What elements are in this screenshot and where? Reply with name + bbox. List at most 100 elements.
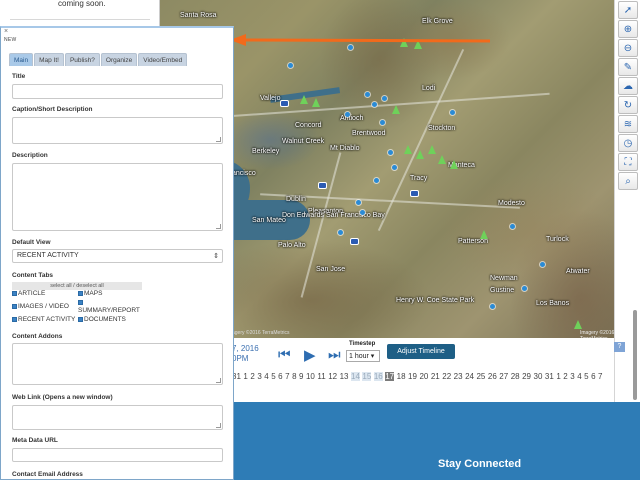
map-pin[interactable] <box>450 110 455 115</box>
timeline-day[interactable]: 6 <box>278 372 282 381</box>
scrollbar[interactable] <box>633 310 637 400</box>
map-pin[interactable] <box>365 92 370 97</box>
timeline-day[interactable]: 22 <box>442 372 451 381</box>
timeline-day[interactable]: 7 <box>285 372 289 381</box>
clock-icon[interactable]: ◷ <box>618 134 638 152</box>
timeline-day[interactable]: 3 <box>257 372 261 381</box>
timeline-day[interactable]: 2 <box>563 372 567 381</box>
checkbox-box[interactable] <box>78 317 83 322</box>
checkbox-box[interactable] <box>12 304 17 309</box>
timeline-day[interactable]: 25 <box>476 372 485 381</box>
green-marker-icon[interactable] <box>438 155 446 164</box>
map-pin[interactable] <box>356 200 361 205</box>
map-pin[interactable] <box>338 230 343 235</box>
timeline-day[interactable]: 12 <box>328 372 337 381</box>
timeline-day[interactable]: 13 <box>340 372 349 381</box>
timeline-day[interactable]: 2 <box>250 372 254 381</box>
timeline-day[interactable]: 17 <box>385 372 395 381</box>
timeline-day[interactable]: 20 <box>419 372 428 381</box>
close-icon[interactable]: × <box>4 28 8 35</box>
map-pin[interactable] <box>392 165 397 170</box>
map-pin[interactable] <box>380 120 385 125</box>
tab-map-it[interactable]: Map It! <box>34 53 64 66</box>
checkbox-recent-activity[interactable]: RECENT ACTIVITY <box>12 316 75 323</box>
checkbox-article[interactable]: ARTICLE <box>12 290 45 297</box>
green-marker-icon[interactable] <box>416 150 424 159</box>
timeline-day[interactable]: 4 <box>264 372 268 381</box>
description-textarea[interactable] <box>12 163 223 231</box>
resize-grip[interactable] <box>216 423 221 428</box>
timeline-day[interactable]: 7 <box>598 372 602 381</box>
checkbox-maps[interactable]: MAPS <box>78 290 102 297</box>
timeline-day[interactable]: 29 <box>522 372 531 381</box>
timeline-day[interactable]: 15 <box>362 372 372 381</box>
content-addons-textarea[interactable] <box>12 343 223 385</box>
green-marker-icon[interactable] <box>480 230 488 239</box>
checkbox-box[interactable] <box>78 300 83 305</box>
timeline-day[interactable]: 8 <box>292 372 296 381</box>
refresh-icon[interactable]: ↻ <box>618 96 638 114</box>
play-icon[interactable]: ▶ <box>304 346 316 364</box>
green-marker-icon[interactable] <box>404 145 412 154</box>
timeline-day[interactable]: 31 <box>545 372 554 381</box>
checkbox-box[interactable] <box>12 317 17 322</box>
timestep-select[interactable]: 1 hour ▾ <box>346 350 380 362</box>
timeline-day[interactable]: 6 <box>591 372 595 381</box>
timeline-day[interactable]: 21 <box>431 372 440 381</box>
timeline-day[interactable]: 3 <box>570 372 574 381</box>
map-pin[interactable] <box>490 304 495 309</box>
default-view-select[interactable]: RECENT ACTIVITY ⇕ <box>12 249 223 263</box>
timeline-day[interactable]: 28 <box>511 372 520 381</box>
tab-organize[interactable]: Organize <box>100 53 138 66</box>
step-forward-icon[interactable]: ⏭ <box>328 346 341 363</box>
pointer-icon[interactable]: ➚ <box>618 1 638 19</box>
layers-icon[interactable]: ≋ <box>618 115 638 133</box>
help-button[interactable]: ? <box>614 342 625 352</box>
meta-data-input[interactable] <box>12 448 223 462</box>
zoom-in-icon[interactable]: ⊕ <box>618 20 638 38</box>
cloud-upload-icon[interactable]: ☁ <box>618 77 638 95</box>
search-icon[interactable]: ⌕ <box>618 172 638 190</box>
timeline-day[interactable]: 18 <box>397 372 406 381</box>
timeline-day[interactable]: 5 <box>271 372 275 381</box>
select-all-link[interactable]: select all / deselect all <box>12 282 142 290</box>
resize-grip[interactable] <box>216 378 221 383</box>
green-marker-icon[interactable] <box>312 98 320 107</box>
resize-grip[interactable] <box>216 137 221 142</box>
timeline-day[interactable]: 19 <box>408 372 417 381</box>
checkbox-box[interactable] <box>78 291 83 296</box>
checkbox-documents[interactable]: DOCUMENTS <box>78 316 126 323</box>
checkbox-images-video[interactable]: IMAGES / VIDEO <box>12 303 69 310</box>
timeline-day[interactable]: 14 <box>351 372 360 381</box>
green-marker-icon[interactable] <box>450 160 458 169</box>
fullscreen-icon[interactable]: ⛶ <box>618 153 638 171</box>
map-pin[interactable] <box>360 210 365 215</box>
caption-textarea[interactable] <box>12 117 223 144</box>
map-pin[interactable] <box>388 150 393 155</box>
adjust-timeline-button[interactable]: Adjust Timeline <box>387 344 455 359</box>
timeline-day[interactable]: 26 <box>488 372 497 381</box>
zoom-out-icon[interactable]: ⊖ <box>618 39 638 57</box>
tab-video-embed[interactable]: Video/Embed <box>138 53 188 66</box>
checkbox-summary-report[interactable]: SUMMARY/REPORT <box>78 299 140 315</box>
timeline-day[interactable]: 27 <box>499 372 508 381</box>
timeline-day[interactable]: 24 <box>465 372 474 381</box>
map-pin[interactable] <box>522 286 527 291</box>
map-pin[interactable] <box>382 96 387 101</box>
resize-grip[interactable] <box>216 224 221 229</box>
green-marker-icon[interactable] <box>392 105 400 114</box>
green-marker-icon[interactable] <box>428 145 436 154</box>
map-pin[interactable] <box>510 224 515 229</box>
map-pin[interactable] <box>540 262 545 267</box>
map-pin[interactable] <box>345 112 350 117</box>
map-pin[interactable] <box>374 178 379 183</box>
step-back-icon[interactable]: ⏮ <box>278 346 291 363</box>
timeline-day[interactable]: 1 <box>243 372 247 381</box>
timeline-day[interactable]: 1 <box>556 372 560 381</box>
title-input[interactable] <box>12 84 223 99</box>
tab-main[interactable]: Main <box>9 53 34 66</box>
tab-publish[interactable]: Publish? <box>64 53 100 66</box>
map-pin[interactable] <box>288 63 293 68</box>
timeline-day[interactable]: 5 <box>584 372 588 381</box>
timeline-day[interactable]: 9 <box>299 372 303 381</box>
